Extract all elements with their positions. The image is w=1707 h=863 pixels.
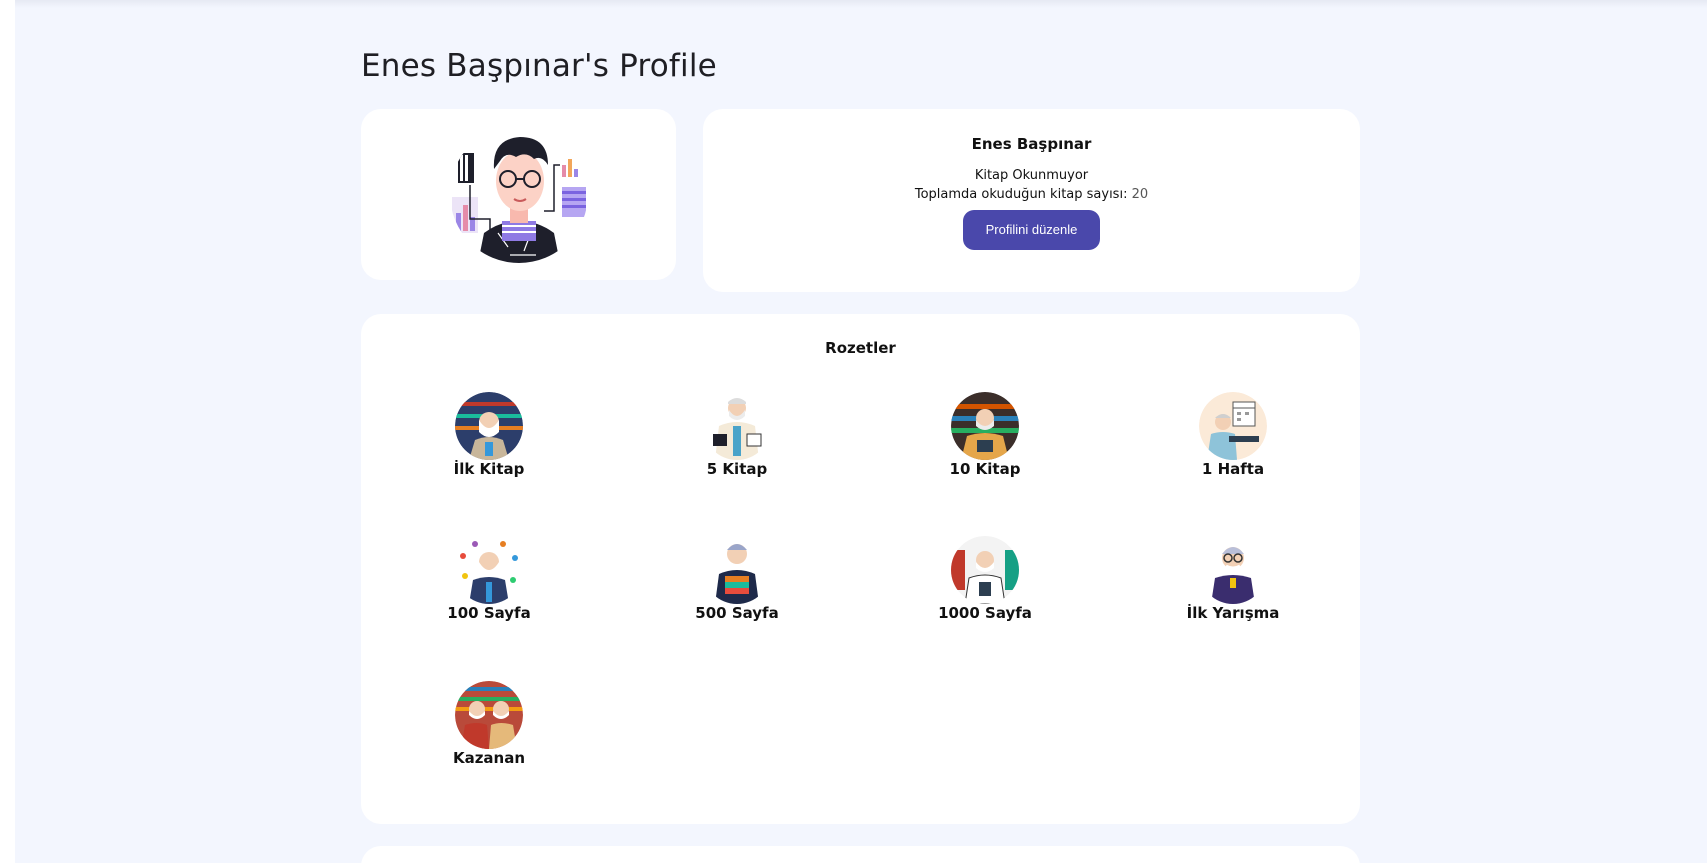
- badge-item[interactable]: 1 Hafta: [1153, 392, 1313, 478]
- badge-label: İlk Kitap: [453, 460, 525, 478]
- profile-name: Enes Başpınar: [971, 135, 1092, 153]
- badge-item[interactable]: 100 Sayfa: [409, 536, 569, 622]
- bookshelf-badge-icon: [951, 392, 1019, 460]
- badge-label: 100 Sayfa: [447, 604, 531, 622]
- scholar-badge-icon: [951, 536, 1019, 604]
- calendar-badge-icon: [1199, 392, 1267, 460]
- books-read-count: Toplamda okuduğun kitap sayısı: 20: [703, 187, 1360, 202]
- badge-item[interactable]: İlk Kitap: [409, 392, 569, 478]
- badge-label: 10 Kitap: [949, 460, 1021, 478]
- librarian-badge-icon: [455, 392, 523, 460]
- badge-label: 1000 Sayfa: [938, 604, 1032, 622]
- badge-label: 1 Hafta: [1201, 460, 1265, 478]
- bottom-card: [361, 846, 1360, 863]
- header-shadow: [15, 0, 1707, 8]
- page-badge-icon: [455, 536, 523, 604]
- competition-badge-icon: [1199, 536, 1267, 604]
- page-title: Enes Başpınar's Profile: [361, 48, 717, 84]
- edit-profile-button[interactable]: Profilini düzenle: [963, 210, 1100, 250]
- books-count-value: 20: [1131, 187, 1149, 202]
- profile-info-card: Enes Başpınar Kitap Okunmuyor Toplamda o…: [703, 109, 1360, 292]
- developer-avatar-icon: [450, 125, 588, 263]
- badge-label: İlk Yarışma: [1186, 604, 1280, 622]
- badge-label: Kazanan: [452, 749, 526, 767]
- reader-badge-icon: [703, 392, 771, 460]
- badges-card: Rozetler İlk Kitap 5 Kitap 10 Kitap 1 Ha…: [361, 314, 1360, 824]
- badge-item[interactable]: 1000 Sayfa: [905, 536, 1065, 622]
- books-count-label: Toplamda okuduğun kitap sayısı:: [914, 187, 1128, 202]
- badge-item[interactable]: Kazanan: [409, 681, 569, 767]
- badge-item[interactable]: 500 Sayfa: [657, 536, 817, 622]
- badges-title: Rozetler: [825, 339, 896, 357]
- badge-label: 500 Sayfa: [695, 604, 779, 622]
- badge-item[interactable]: 5 Kitap: [657, 392, 817, 478]
- badge-label: 5 Kitap: [706, 460, 768, 478]
- badge-item[interactable]: İlk Yarışma: [1153, 536, 1313, 622]
- reading-status: Kitap Okunmuyor: [974, 168, 1089, 183]
- avatar-card: [361, 109, 676, 280]
- badge-item[interactable]: 10 Kitap: [905, 392, 1065, 478]
- winner-badge-icon: [455, 681, 523, 749]
- book-stack-badge-icon: [703, 536, 771, 604]
